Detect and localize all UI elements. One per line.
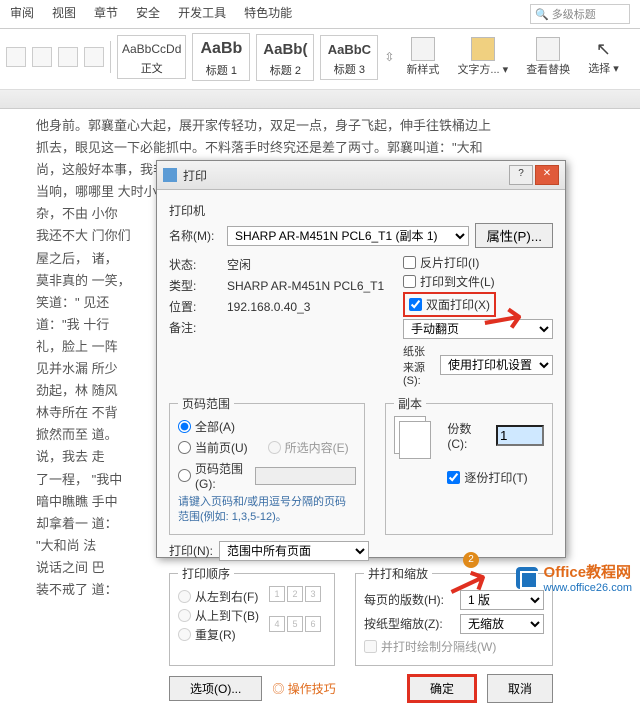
- ok-button[interactable]: 确定: [407, 674, 477, 703]
- copies-group: 副本 份数(C): 逐份打印(T): [385, 395, 553, 535]
- collate-thumb: [394, 416, 426, 454]
- order-ltr: 从左到右(F): [178, 588, 259, 605]
- cancel-button[interactable]: 取消: [487, 674, 553, 703]
- help-button[interactable]: ?: [509, 165, 533, 185]
- dialog-titlebar[interactable]: 打印 ? ✕: [157, 161, 565, 190]
- properties-button[interactable]: 属性(P)...: [475, 223, 553, 248]
- order-preview: 123456: [269, 586, 321, 645]
- tab-special[interactable]: 特色功能: [244, 4, 292, 24]
- status-value: 空闲: [227, 256, 251, 273]
- tips-link[interactable]: ◎ 操作技巧: [272, 680, 335, 697]
- where-label: 位置:: [169, 298, 221, 315]
- range-current[interactable]: 当前页(U): [178, 439, 248, 456]
- type-label: 类型:: [169, 277, 221, 294]
- order-repeat: 重复(R): [178, 626, 259, 643]
- reverse-checkbox[interactable]: 反片打印(I): [403, 254, 553, 271]
- dialog-title: 打印: [183, 167, 207, 184]
- watermark-title: Office教程网: [544, 561, 632, 582]
- print-order-group: 打印顺序 从左到右(F) 从上到下(B) 重复(R) 123456: [169, 565, 335, 666]
- newstyle-button[interactable]: 新样式: [400, 37, 445, 77]
- collate-checkbox[interactable]: 逐份打印(T): [447, 469, 544, 486]
- merge-legend: 并打和缩放: [364, 565, 432, 582]
- search-icon: 🔍: [535, 9, 549, 21]
- range-all[interactable]: 全部(A): [178, 418, 356, 435]
- order-legend: 打印顺序: [178, 565, 234, 582]
- print-what-select[interactable]: 范围中所有页面: [219, 541, 369, 561]
- name-label: 名称(M):: [169, 227, 221, 244]
- format-tool-3[interactable]: [58, 47, 78, 67]
- manual-flip-select[interactable]: 手动翻页: [403, 319, 553, 339]
- format-tool-4[interactable]: [84, 47, 104, 67]
- copies-legend: 副本: [394, 395, 426, 412]
- tab-security[interactable]: 安全: [136, 4, 160, 24]
- textfx-button[interactable]: 文字方... ▾: [451, 37, 514, 77]
- watermark-url: www.office26.com: [544, 582, 632, 594]
- papersource-label: 纸张来源(S):: [403, 343, 434, 387]
- tofile-checkbox[interactable]: 打印到文件(L): [403, 273, 553, 290]
- tab-view[interactable]: 视图: [52, 4, 76, 24]
- duplex-checkbox[interactable]: 双面打印(X): [409, 296, 490, 313]
- range-selection: 所选内容(E): [268, 439, 349, 456]
- ruler[interactable]: [0, 90, 640, 109]
- type-value: SHARP AR-M451N PCL6_T1: [227, 279, 384, 293]
- search-input[interactable]: 🔍 多级标题: [530, 4, 630, 24]
- where-value: 192.168.0.40_3: [227, 300, 310, 314]
- annotation-badge: 2: [463, 552, 479, 568]
- scale-label: 按纸型缩放(Z):: [364, 615, 454, 632]
- printer-section-label: 打印机: [169, 202, 553, 219]
- tab-review[interactable]: 审阅: [10, 4, 34, 24]
- drawline-checkbox: 并打时绘制分隔线(W): [364, 638, 544, 655]
- options-button[interactable]: 选项(O)...: [169, 676, 262, 701]
- copies-label: 份数(C):: [447, 420, 490, 451]
- comment-label: 备注:: [169, 319, 221, 336]
- close-button[interactable]: ✕: [535, 165, 559, 185]
- watermark: Office教程网 www.office26.com: [516, 561, 632, 594]
- print-label: 打印(N):: [169, 542, 213, 559]
- pps-label: 每页的版数(H):: [364, 591, 454, 608]
- tab-chapter[interactable]: 章节: [94, 4, 118, 24]
- range-pages[interactable]: 页码范围(G):: [178, 460, 356, 491]
- status-label: 状态:: [169, 256, 221, 273]
- style-h3[interactable]: AaBbC标题 3: [320, 35, 378, 80]
- range-hint: 请键入页码和/或用逗号分隔的页码范围(例如: 1,3,5-12)。: [178, 495, 356, 526]
- format-tool-1[interactable]: [6, 47, 26, 67]
- style-normal[interactable]: AaBbCcDd正文: [117, 35, 186, 79]
- select-button[interactable]: ↖选择 ▾: [582, 38, 625, 76]
- ribbon-toolbar: AaBbCcDd正文 AaBb标题 1 AaBb(标题 2 AaBbC标题 3 …: [0, 29, 640, 90]
- page-range-group: 页码范围 全部(A) 当前页(U) 所选内容(E) 页码范围(G): 请键入页码…: [169, 395, 365, 535]
- findrep-button[interactable]: 查看替换: [520, 37, 576, 77]
- watermark-icon: [516, 567, 538, 589]
- range-legend: 页码范围: [178, 395, 234, 412]
- style-h1[interactable]: AaBb标题 1: [192, 33, 250, 81]
- copies-input[interactable]: [496, 425, 544, 446]
- tab-devtools[interactable]: 开发工具: [178, 4, 226, 24]
- ribbon-tabs: 审阅 视图 章节 安全 开发工具 特色功能 🔍 多级标题: [0, 0, 640, 29]
- scale-select[interactable]: 无缩放: [460, 614, 544, 634]
- format-tool-2[interactable]: [32, 47, 52, 67]
- app-icon: [163, 168, 177, 182]
- order-ttb: 从上到下(B): [178, 607, 259, 624]
- style-h2[interactable]: AaBb(标题 2: [256, 34, 314, 81]
- print-dialog: 打印 ? ✕ 打印机 名称(M): SHARP AR-M451N PCL6_T1…: [156, 160, 566, 558]
- papersource-select[interactable]: 使用打印机设置: [440, 355, 553, 375]
- printer-select[interactable]: SHARP AR-M451N PCL6_T1 (副本 1): [227, 226, 469, 246]
